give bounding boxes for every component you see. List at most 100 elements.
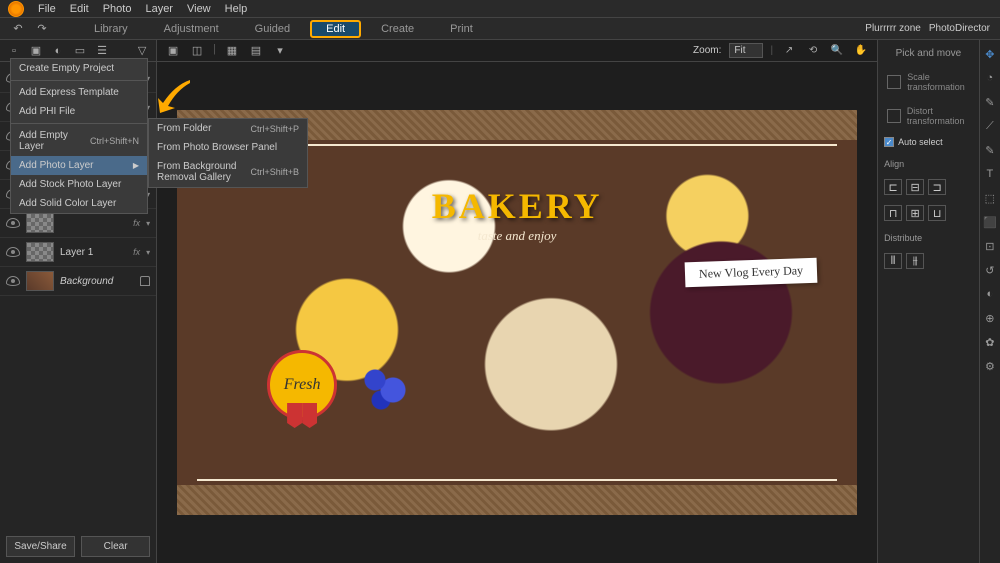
tab-print[interactable]: Print [434, 20, 489, 38]
group-icon[interactable]: ▭ [72, 43, 88, 59]
vlog-banner: New Vlog Every Day [685, 258, 818, 288]
layer-thumbnail [26, 213, 54, 233]
filter-icon[interactable]: ▽ [134, 43, 150, 59]
fx-badge: fx [133, 218, 140, 228]
properties-panel: Pick and move Scale transformation Disto… [877, 40, 979, 563]
scale-icon [887, 75, 901, 89]
tool-7[interactable]: ⬛ [982, 214, 998, 230]
layer-thumbnail [26, 271, 54, 291]
align-center-h[interactable]: ⊟ [906, 179, 924, 195]
menu-layer[interactable]: Layer [145, 3, 173, 15]
tab-library[interactable]: Library [78, 20, 144, 38]
tab-guided[interactable]: Guided [239, 20, 306, 38]
visibility-icon[interactable] [6, 218, 20, 228]
bottom-stripe [177, 485, 857, 515]
menu-file[interactable]: File [38, 3, 56, 15]
layer-fx-icon[interactable]: ☰ [94, 43, 110, 59]
fx-badge: fx [133, 247, 140, 257]
chevron-down-icon[interactable]: ▾ [146, 248, 150, 257]
layer-name: Background [60, 276, 134, 287]
menu-item[interactable]: Add PHI File [11, 102, 147, 121]
tool-8[interactable]: ⊡ [982, 238, 998, 254]
user-zone: Plurrrrr zone [865, 23, 921, 34]
app-logo-icon [8, 1, 24, 17]
undo-icon[interactable]: ↶ [10, 21, 26, 37]
tab-create[interactable]: Create [365, 20, 430, 38]
menu-help[interactable]: Help [225, 3, 248, 15]
title-text: BAKERY [432, 185, 603, 227]
submenu-item[interactable]: From Photo Browser Panel [149, 138, 307, 157]
layer-row[interactable]: Layer 1fx▾ [0, 238, 156, 267]
tool-10[interactable]: ◐ [982, 286, 998, 302]
align-right[interactable]: ⊐ [928, 179, 946, 195]
menu-view[interactable]: View [187, 3, 211, 15]
menu-item[interactable]: Add Empty LayerCtrl+Shift+N [11, 126, 147, 156]
tool-3[interactable]: ⟋ [982, 118, 998, 134]
tab-adjustment[interactable]: Adjustment [148, 20, 235, 38]
chevron-down-icon[interactable]: ▾ [146, 219, 150, 228]
canvas-toolbar: ▣ ◫ | ▦ ▤ ▾ Zoom: Fit | ↗ ⟲ 🔍 ✋ [157, 40, 877, 62]
clear-button[interactable]: Clear [81, 536, 150, 557]
align-center-v[interactable]: ⊞ [906, 205, 924, 221]
add-photo-submenu: From FolderCtrl+Shift+PFrom Photo Browse… [148, 118, 308, 188]
mask-icon[interactable]: ◐ [50, 43, 66, 59]
menu-item[interactable]: Add Photo Layer▶ [11, 156, 147, 175]
app-name: PhotoDirector [929, 23, 990, 34]
rotate-icon[interactable]: ⟲ [805, 43, 821, 59]
mode-tabs: Library Adjustment Guided Edit Create Pr… [78, 20, 489, 38]
distribute-v[interactable]: ⫵ [906, 253, 924, 269]
tool-13[interactable]: ⚙ [982, 358, 998, 374]
zoom-select[interactable]: Fit [729, 43, 762, 58]
flowers-decoration [357, 365, 417, 415]
menu-bar: File Edit Photo Layer View Help [0, 0, 1000, 18]
tool-12[interactable]: ✿ [982, 334, 998, 350]
distribute-section: Distribute [884, 233, 973, 243]
compare-view-icon[interactable]: ◫ [189, 43, 205, 59]
hand-icon[interactable]: ✋ [853, 43, 869, 59]
subtitle-text: taste and enjoy [478, 228, 557, 244]
tool-5[interactable]: T [982, 166, 998, 182]
distort-transform[interactable]: Distort transformation [884, 103, 973, 129]
zoom-label: Zoom: [693, 45, 721, 56]
lock-icon [140, 276, 150, 286]
align-section: Align [884, 159, 973, 169]
layer-row[interactable]: Background [0, 267, 156, 296]
tool-2[interactable]: ✎ [982, 94, 998, 110]
auto-select-checkbox[interactable]: ✓Auto select [884, 137, 973, 147]
tool-6[interactable]: ⬚ [982, 190, 998, 206]
visibility-icon[interactable] [6, 247, 20, 257]
add-layer-icon[interactable]: ▫ [6, 43, 22, 59]
image-layer-icon[interactable]: ▣ [28, 43, 44, 59]
panel-title: Pick and move [884, 46, 973, 61]
align-left[interactable]: ⊏ [884, 179, 902, 195]
submenu-item[interactable]: From FolderCtrl+Shift+P [149, 119, 307, 138]
submenu-item[interactable]: From Background Removal GalleryCtrl+Shif… [149, 157, 307, 187]
zoom-in-icon[interactable]: 🔍 [829, 43, 845, 59]
menu-item[interactable]: Add Solid Color Layer [11, 194, 147, 213]
scale-transform[interactable]: Scale transformation [884, 69, 973, 95]
align-top[interactable]: ⊓ [884, 205, 902, 221]
menu-item[interactable]: Add Express Template [11, 83, 147, 102]
menu-item[interactable]: Create Empty Project [11, 59, 147, 78]
tool-0[interactable]: ✥ [982, 46, 998, 62]
single-view-icon[interactable]: ▣ [165, 43, 181, 59]
export-icon[interactable]: ↗ [781, 43, 797, 59]
menu-item[interactable]: Add Stock Photo Layer [11, 175, 147, 194]
tool-9[interactable]: ↺ [982, 262, 998, 278]
visibility-icon[interactable] [6, 276, 20, 286]
layer-thumbnail [26, 242, 54, 262]
align-bottom[interactable]: ⊔ [928, 205, 946, 221]
redo-icon[interactable]: ↷ [34, 21, 50, 37]
bottom-rule [197, 479, 837, 481]
snap-icon[interactable]: ▾ [272, 43, 288, 59]
save-button[interactable]: Save/Share [6, 536, 75, 557]
ruler-icon[interactable]: ▤ [248, 43, 264, 59]
menu-edit[interactable]: Edit [70, 3, 89, 15]
menu-photo[interactable]: Photo [103, 3, 132, 15]
tab-edit[interactable]: Edit [310, 20, 361, 38]
distribute-h[interactable]: ⫴ [884, 253, 902, 269]
tool-11[interactable]: ⊕ [982, 310, 998, 326]
grid-icon[interactable]: ▦ [224, 43, 240, 59]
tool-4[interactable]: ✎ [982, 142, 998, 158]
tool-1[interactable]: ◔ [982, 70, 998, 86]
